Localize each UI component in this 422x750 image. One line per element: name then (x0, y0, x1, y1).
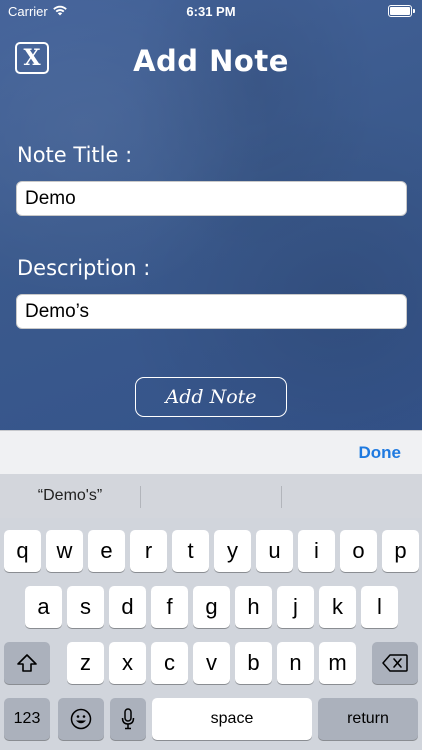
shift-icon (17, 654, 37, 672)
keyboard: Done “Demo's” q w e r t y u i o p a s d … (0, 430, 422, 750)
key-l[interactable]: l (361, 586, 398, 628)
status-bar: Carrier 6:31 PM (0, 0, 422, 24)
key-e[interactable]: e (88, 530, 125, 572)
key-r[interactable]: r (130, 530, 167, 572)
page-title: Add Note (133, 44, 289, 78)
key-h[interactable]: h (235, 586, 272, 628)
key-g[interactable]: g (193, 586, 230, 628)
key-v[interactable]: v (193, 642, 230, 684)
microphone-icon (121, 708, 135, 730)
key-k[interactable]: k (319, 586, 356, 628)
description-input[interactable]: Demo’s (16, 294, 407, 329)
suggestion-bar: “Demo's” (0, 474, 422, 518)
key-i[interactable]: i (298, 530, 335, 572)
key-x[interactable]: x (109, 642, 146, 684)
done-button[interactable]: Done (359, 443, 402, 463)
add-note-screen: Carrier 6:31 PM X Add Note Note Title : … (0, 0, 422, 430)
delete-key[interactable] (372, 642, 418, 684)
key-o[interactable]: o (340, 530, 377, 572)
key-n[interactable]: n (277, 642, 314, 684)
note-title-label: Note Title : (17, 143, 133, 167)
key-j[interactable]: j (277, 586, 314, 628)
key-t[interactable]: t (172, 530, 209, 572)
key-q[interactable]: q (4, 530, 41, 572)
key-m[interactable]: m (319, 642, 356, 684)
suggestion-item[interactable] (141, 474, 281, 518)
key-y[interactable]: y (214, 530, 251, 572)
key-p[interactable]: p (382, 530, 419, 572)
key-c[interactable]: c (151, 642, 188, 684)
key-b[interactable]: b (235, 642, 272, 684)
emoji-icon (70, 708, 92, 730)
numbers-key[interactable]: 123 (4, 698, 50, 740)
key-s[interactable]: s (67, 586, 104, 628)
note-title-input[interactable]: Demo (16, 181, 407, 216)
keyboard-accessory-bar: Done (0, 430, 422, 474)
suggestion-item[interactable] (282, 474, 422, 518)
key-f[interactable]: f (151, 586, 188, 628)
space-key[interactable]: space (152, 698, 312, 740)
battery-icon (388, 5, 415, 17)
key-a[interactable]: a (25, 586, 62, 628)
key-d[interactable]: d (109, 586, 146, 628)
microphone-key[interactable] (110, 698, 146, 740)
shift-key[interactable] (4, 642, 50, 684)
key-w[interactable]: w (46, 530, 83, 572)
backspace-icon (382, 654, 408, 672)
key-z[interactable]: z (67, 642, 104, 684)
description-label: Description : (17, 256, 151, 280)
status-time: 6:31 PM (186, 4, 236, 19)
key-u[interactable]: u (256, 530, 293, 572)
add-note-button[interactable]: Add Note (135, 377, 287, 417)
return-key[interactable]: return (318, 698, 418, 740)
suggestion-item[interactable]: “Demo's” (0, 474, 140, 518)
emoji-key[interactable] (58, 698, 104, 740)
